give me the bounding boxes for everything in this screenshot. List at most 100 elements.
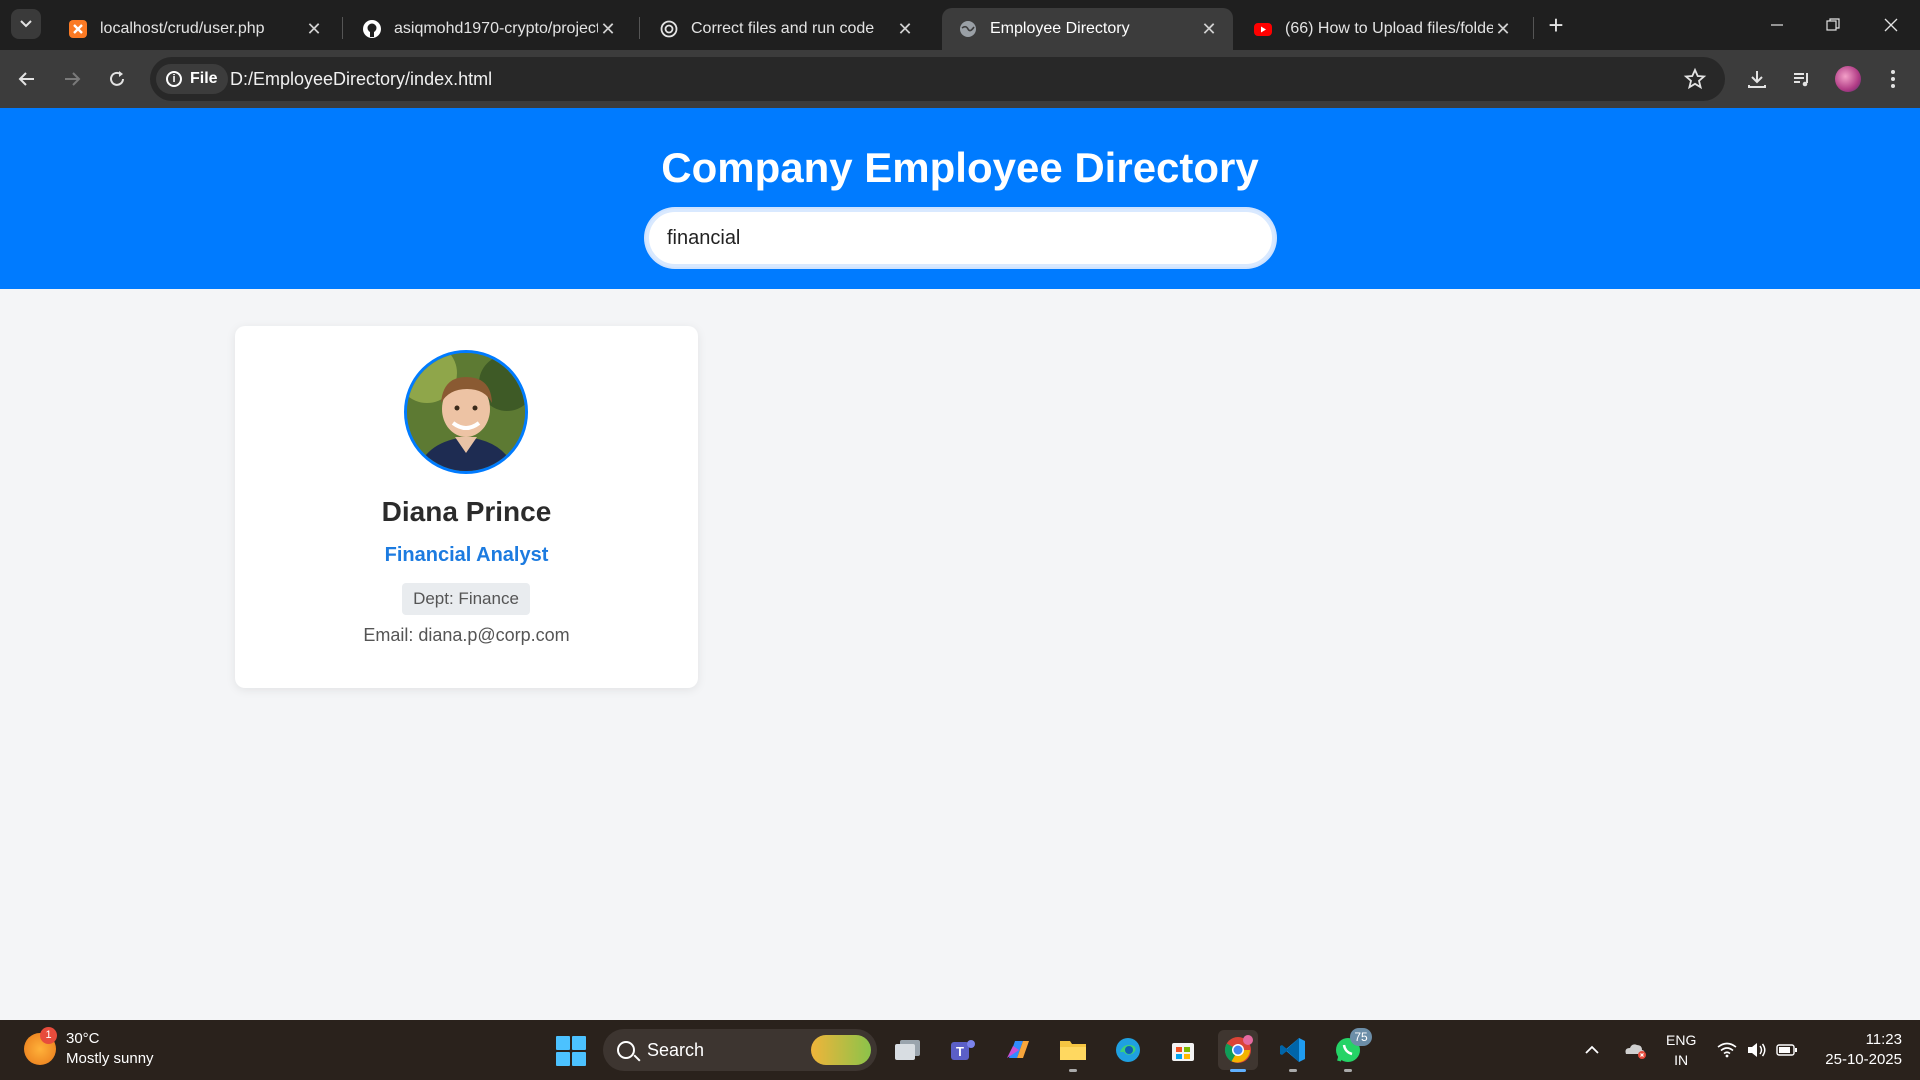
- clock-time: 11:23: [1865, 1031, 1902, 1048]
- chrome-icon: [1224, 1035, 1253, 1063]
- windows-logo-icon: [556, 1036, 570, 1050]
- task-view-icon: [895, 1040, 920, 1060]
- forward-button[interactable]: [59, 66, 85, 92]
- employee-email: Email: diana.p@corp.com: [363, 625, 570, 645]
- download-icon: [1748, 71, 1766, 88]
- copilot-icon: [1007, 1041, 1029, 1058]
- globe-icon: [958, 19, 978, 39]
- page-viewport: Company Employee Directory Diana Prince …: [0, 108, 1920, 1020]
- teams-app[interactable]: T: [943, 1030, 983, 1070]
- employee-card: Diana Prince Financial Analyst Dept: Fin…: [235, 326, 698, 688]
- back-button[interactable]: [14, 66, 40, 92]
- edge-app[interactable]: [1108, 1030, 1148, 1070]
- chatgpt-icon: [659, 19, 679, 39]
- clock[interactable]: 11:23 25-10-2025: [1810, 1030, 1902, 1070]
- battery-status[interactable]: [1776, 1020, 1798, 1080]
- folder-icon: [1060, 1041, 1086, 1060]
- site-chip-label: File: [190, 70, 218, 87]
- browser-toolbar: i File D:/EmployeeDirectory/index.html: [0, 50, 1920, 108]
- restore-button[interactable]: [1818, 12, 1848, 38]
- tab-youtube[interactable]: (66) How to Upload files/folder ✕: [1237, 8, 1527, 50]
- new-tab-button[interactable]: +: [1543, 12, 1569, 39]
- reload-button[interactable]: [104, 66, 130, 92]
- taskbar-search[interactable]: Search: [603, 1029, 877, 1071]
- vscode-icon: [1280, 1038, 1305, 1062]
- department-badge: Dept: Finance: [402, 583, 530, 615]
- notification-badge: 1: [40, 1027, 57, 1044]
- employee-photo: [404, 350, 528, 474]
- vscode-app[interactable]: [1273, 1030, 1313, 1072]
- close-icon: [1884, 18, 1898, 32]
- arrow-left-icon: [18, 72, 34, 86]
- store-icon: [1172, 1043, 1194, 1061]
- onedrive-status[interactable]: [1622, 1020, 1648, 1080]
- site-info-chip[interactable]: i File: [156, 64, 228, 94]
- tab-search-button[interactable]: [11, 9, 41, 39]
- url-text[interactable]: D:/EmployeeDirectory/index.html: [230, 69, 492, 90]
- tab-title: Correct files and run code: [691, 20, 875, 37]
- xampp-icon: [68, 19, 88, 39]
- chrome-app[interactable]: [1218, 1030, 1258, 1072]
- tab-divider: [342, 17, 343, 39]
- wifi-icon: [1717, 1042, 1737, 1058]
- search-icon: [617, 1041, 635, 1059]
- edge-icon: [1116, 1038, 1140, 1062]
- wifi-status[interactable]: [1717, 1020, 1737, 1080]
- chevron-down-icon: [20, 20, 32, 28]
- bookmark-star-icon[interactable]: [1683, 67, 1707, 91]
- weather-condition: Mostly sunny: [66, 1050, 154, 1067]
- tab-strip: localhost/crud/user.php ✕ asiqmohd1970-c…: [0, 0, 1920, 50]
- tab-divider: [639, 17, 640, 39]
- clock-date: 25-10-2025: [1825, 1051, 1902, 1068]
- page-title: Company Employee Directory: [661, 144, 1259, 191]
- volume-status[interactable]: [1746, 1020, 1768, 1080]
- taskbar: 1 30°C Mostly sunny Search T 75 ENG IN 1…: [0, 1020, 1920, 1080]
- sun-icon: 1: [24, 1027, 57, 1065]
- tab-title: asiqmohd1970-crypto/project: [394, 20, 598, 37]
- close-icon[interactable]: ✕: [598, 19, 618, 39]
- reload-icon: [110, 71, 124, 86]
- region-code: IN: [1674, 1052, 1689, 1068]
- tab-title: localhost/crud/user.php: [100, 20, 265, 37]
- battery-icon: [1776, 1044, 1797, 1056]
- address-bar[interactable]: i File D:/EmployeeDirectory/index.html: [150, 57, 1725, 101]
- arrow-right-icon: [65, 72, 81, 86]
- search-highlight-icon: [811, 1035, 871, 1065]
- start-button[interactable]: [556, 1036, 586, 1066]
- task-view-button[interactable]: [888, 1030, 928, 1070]
- github-icon: [362, 19, 382, 39]
- tab-chatgpt[interactable]: Correct files and run code ✕: [643, 8, 929, 50]
- tab-localhost[interactable]: localhost/crud/user.php ✕: [52, 8, 338, 50]
- media-controls-button[interactable]: [1789, 66, 1815, 92]
- close-icon[interactable]: ✕: [1199, 19, 1219, 39]
- menu-button[interactable]: [1880, 66, 1906, 92]
- profile-avatar[interactable]: [1835, 66, 1861, 92]
- weather-widget[interactable]: 1 30°C Mostly sunny: [24, 1027, 154, 1069]
- whatsapp-badge: 75: [1350, 1028, 1372, 1046]
- store-app[interactable]: [1163, 1030, 1203, 1070]
- header-banner: Company Employee Directory: [0, 108, 1920, 289]
- employee-job-title: Financial Analyst: [384, 544, 549, 566]
- language-indicator[interactable]: ENG IN: [1666, 1020, 1696, 1080]
- show-hidden-icons-button[interactable]: [1584, 1020, 1600, 1080]
- tab-employee-directory[interactable]: Employee Directory ✕: [942, 8, 1233, 50]
- tab-title: Employee Directory: [990, 20, 1130, 37]
- more-vertical-icon: [1891, 70, 1895, 88]
- downloads-button[interactable]: [1744, 66, 1770, 92]
- minimize-icon: [1771, 24, 1783, 26]
- close-icon[interactable]: ✕: [304, 19, 324, 39]
- teams-icon: T: [951, 1040, 975, 1060]
- copilot-app[interactable]: [998, 1030, 1038, 1070]
- close-icon[interactable]: ✕: [1493, 19, 1513, 39]
- chevron-up-icon: [1585, 1045, 1599, 1054]
- whatsapp-app[interactable]: 75: [1328, 1028, 1372, 1072]
- close-icon[interactable]: ✕: [895, 19, 915, 39]
- restore-icon: [1826, 18, 1840, 31]
- minimize-button[interactable]: [1762, 12, 1792, 38]
- queue-music-icon: [1794, 73, 1808, 87]
- file-explorer-app[interactable]: [1053, 1030, 1093, 1072]
- close-window-button[interactable]: [1876, 12, 1906, 38]
- tab-github[interactable]: asiqmohd1970-crypto/project ✕: [346, 8, 632, 50]
- info-icon: i: [166, 71, 182, 87]
- search-input[interactable]: [646, 209, 1275, 267]
